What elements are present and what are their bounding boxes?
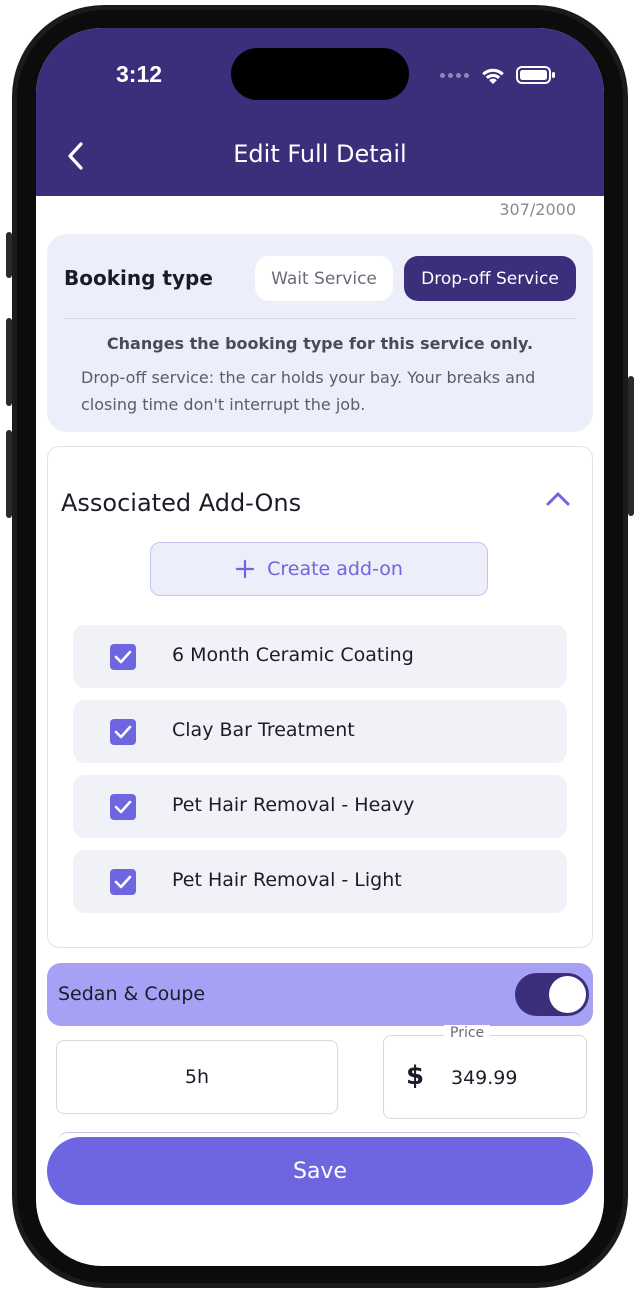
addon-item[interactable]: Clay Bar Treatment	[73, 700, 567, 763]
wait-service-option[interactable]: Wait Service	[255, 256, 393, 301]
battery-icon	[516, 66, 555, 84]
toggle-knob	[549, 976, 586, 1013]
checkmark-icon	[114, 725, 132, 739]
chevron-up-icon[interactable]	[544, 487, 572, 511]
checkmark-icon	[114, 875, 132, 889]
booking-type-card: Booking type Wait Service Drop-off Servi…	[47, 234, 593, 432]
dollar-icon: $	[406, 1061, 425, 1091]
vehicle-type-row: Sedan & Coupe	[47, 963, 593, 1026]
vehicle-type-label: Sedan & Coupe	[58, 983, 206, 1005]
wifi-icon	[482, 68, 504, 84]
signal-icon	[448, 73, 453, 78]
booking-type-label: Booking type	[64, 266, 213, 290]
price-field-label: Price	[444, 1025, 491, 1041]
price-value: 349.99	[451, 1067, 518, 1089]
plus-icon	[235, 559, 255, 579]
status-time: 3:12	[116, 61, 163, 87]
addon-label: Clay Bar Treatment	[172, 719, 355, 741]
checkmark-icon	[114, 650, 132, 664]
dynamic-island	[231, 48, 409, 100]
status-icons	[438, 65, 558, 85]
addon-checkbox[interactable]	[110, 644, 136, 670]
power-button	[628, 376, 634, 516]
addon-label: 6 Month Ceramic Coating	[172, 644, 414, 666]
price-field[interactable]: Price $ 349.99	[383, 1025, 587, 1119]
addon-item[interactable]: Pet Hair Removal - Light	[73, 850, 567, 913]
addons-title: Associated Add-Ons	[61, 489, 302, 517]
page-title: Edit Full Detail	[233, 140, 407, 168]
addon-item[interactable]: 6 Month Ceramic Coating	[73, 625, 567, 688]
signal-icon	[440, 73, 445, 78]
duration-field[interactable]: 5h	[56, 1040, 338, 1114]
addon-label: Pet Hair Removal - Light	[172, 869, 402, 891]
description-char-counter: 307/2000	[499, 200, 576, 219]
checkmark-icon	[114, 800, 132, 814]
addon-checkbox[interactable]	[110, 719, 136, 745]
addon-checkbox[interactable]	[110, 869, 136, 895]
booking-type-note: Drop-off service: the car holds your bay…	[81, 368, 536, 414]
divider	[64, 318, 576, 319]
create-addon-label: Create add-on	[267, 558, 403, 580]
signal-icon	[456, 73, 461, 78]
drop-off-service-option[interactable]: Drop-off Service	[404, 256, 576, 301]
app-header: 3:12 Edit Full Detail	[36, 28, 604, 196]
associated-addons-card: Associated Add-Ons Create add-on 6 Month…	[47, 446, 593, 948]
addon-item[interactable]: Pet Hair Removal - Heavy	[73, 775, 567, 838]
phone-screen: 3:12 Edit Full Detail 307/2000 Booking t…	[36, 28, 604, 1266]
save-button[interactable]: Save	[47, 1137, 593, 1205]
addon-label: Pet Hair Removal - Heavy	[172, 794, 415, 816]
create-addon-button[interactable]: Create add-on	[150, 542, 488, 596]
signal-icon	[464, 73, 469, 78]
booking-type-note-title: Changes the booking type for this servic…	[106, 334, 534, 353]
addon-checkbox[interactable]	[110, 794, 136, 820]
vehicle-enabled-toggle[interactable]	[515, 973, 589, 1016]
